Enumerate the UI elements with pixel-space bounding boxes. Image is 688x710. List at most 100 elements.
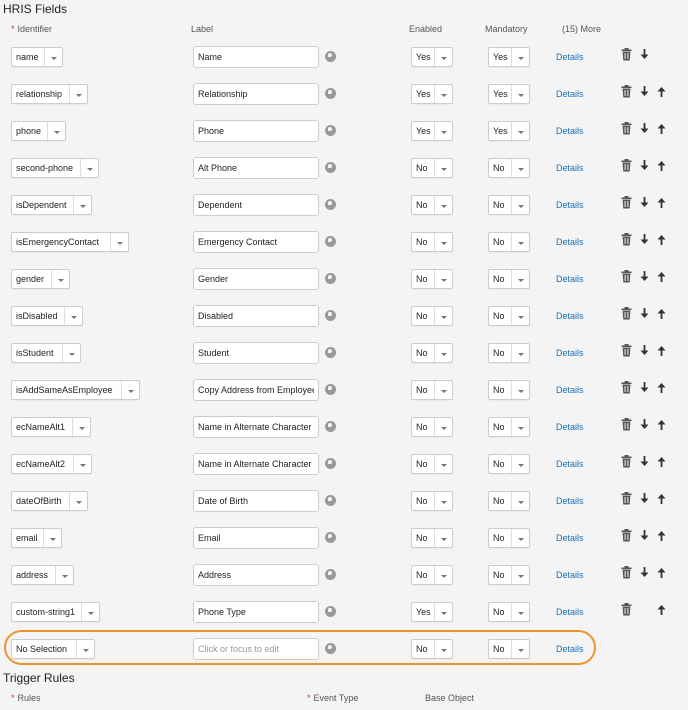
arrow-up-icon[interactable] <box>657 456 666 467</box>
label-input[interactable] <box>193 157 319 179</box>
globe-icon[interactable] <box>325 458 336 469</box>
arrow-up-icon[interactable] <box>657 604 666 615</box>
globe-icon[interactable] <box>325 384 336 395</box>
identifier-select[interactable]: isDependent <box>11 195 92 215</box>
trash-icon[interactable] <box>621 122 632 135</box>
identifier-select[interactable]: second-phone <box>11 158 99 178</box>
mandatory-select[interactable]: No <box>488 195 530 215</box>
mandatory-select[interactable]: No <box>488 417 530 437</box>
enabled-select[interactable]: No <box>411 195 453 215</box>
enabled-select[interactable]: Yes <box>411 47 453 67</box>
arrow-down-icon[interactable] <box>640 234 649 245</box>
mandatory-select[interactable]: No <box>488 306 530 326</box>
details-link[interactable]: Details <box>556 126 584 136</box>
trash-icon[interactable] <box>621 344 632 357</box>
details-link[interactable]: Details <box>556 385 584 395</box>
identifier-select[interactable]: dateOfBirth <box>11 491 88 511</box>
enabled-select[interactable]: No <box>411 417 453 437</box>
arrow-up-icon[interactable] <box>657 234 666 245</box>
details-link[interactable]: Details <box>556 237 584 247</box>
details-link[interactable]: Details <box>556 533 584 543</box>
identifier-select[interactable]: phone <box>11 121 66 141</box>
mandatory-select[interactable]: No <box>488 343 530 363</box>
arrow-up-icon[interactable] <box>657 160 666 171</box>
details-link[interactable]: Details <box>556 459 584 469</box>
details-link[interactable]: Details <box>556 570 584 580</box>
globe-icon[interactable] <box>325 51 336 62</box>
enabled-select[interactable]: No <box>411 454 453 474</box>
enabled-select[interactable]: No <box>411 565 453 585</box>
arrow-up-icon[interactable] <box>657 308 666 319</box>
globe-icon[interactable] <box>325 421 336 432</box>
identifier-select[interactable]: isDisabled <box>11 306 83 326</box>
trash-icon[interactable] <box>621 418 632 431</box>
globe-icon[interactable] <box>325 273 336 284</box>
globe-icon[interactable] <box>325 495 336 506</box>
arrow-down-icon[interactable] <box>640 345 649 356</box>
label-input[interactable] <box>193 416 319 438</box>
globe-icon[interactable] <box>325 606 336 617</box>
identifier-select[interactable]: gender <box>11 269 70 289</box>
trash-icon[interactable] <box>621 381 632 394</box>
identifier-select[interactable]: name <box>11 47 63 67</box>
enabled-select[interactable]: Yes <box>411 121 453 141</box>
arrow-down-icon[interactable] <box>640 123 649 134</box>
trash-icon[interactable] <box>621 196 632 209</box>
trash-icon[interactable] <box>621 270 632 283</box>
arrow-up-icon[interactable] <box>657 567 666 578</box>
details-link[interactable]: Details <box>556 422 584 432</box>
mandatory-select[interactable]: No <box>488 491 530 511</box>
label-input[interactable] <box>193 120 319 142</box>
mandatory-select[interactable]: No <box>488 528 530 548</box>
label-input[interactable] <box>193 83 319 105</box>
label-input[interactable] <box>193 527 319 549</box>
globe-icon[interactable] <box>325 125 336 136</box>
arrow-down-icon[interactable] <box>640 86 649 97</box>
trash-icon[interactable] <box>621 85 632 98</box>
arrow-up-icon[interactable] <box>657 197 666 208</box>
label-input[interactable] <box>193 490 319 512</box>
details-link[interactable]: Details <box>556 496 584 506</box>
enabled-select[interactable]: No <box>411 306 453 326</box>
label-input[interactable] <box>193 342 319 364</box>
trash-icon[interactable] <box>621 455 632 468</box>
enabled-select[interactable]: Yes <box>411 84 453 104</box>
trash-icon[interactable] <box>621 603 632 616</box>
mandatory-select[interactable]: Yes <box>488 121 530 141</box>
label-input[interactable] <box>193 194 319 216</box>
mandatory-select[interactable]: No <box>488 269 530 289</box>
arrow-up-icon[interactable] <box>657 86 666 97</box>
details-link[interactable]: Details <box>556 52 584 62</box>
label-input[interactable] <box>193 268 319 290</box>
arrow-up-icon[interactable] <box>657 530 666 541</box>
enabled-select[interactable]: Yes <box>411 602 453 622</box>
arrow-up-icon[interactable] <box>657 419 666 430</box>
trash-icon[interactable] <box>621 529 632 542</box>
enabled-select[interactable]: No <box>411 343 453 363</box>
identifier-select[interactable]: ecNameAlt2 <box>11 454 92 474</box>
identifier-select[interactable]: address <box>11 565 74 585</box>
globe-icon[interactable] <box>325 310 336 321</box>
details-link[interactable]: Details <box>556 274 584 284</box>
arrow-down-icon[interactable] <box>640 308 649 319</box>
mandatory-select[interactable]: No <box>488 158 530 178</box>
arrow-down-icon[interactable] <box>640 456 649 467</box>
identifier-select[interactable]: isAddSameAsEmployee <box>11 380 140 400</box>
arrow-down-icon[interactable] <box>640 567 649 578</box>
label-input[interactable] <box>193 46 319 68</box>
details-link[interactable]: Details <box>556 200 584 210</box>
trash-icon[interactable] <box>621 566 632 579</box>
arrow-up-icon[interactable] <box>657 382 666 393</box>
arrow-down-icon[interactable] <box>640 419 649 430</box>
mandatory-select[interactable]: No <box>488 380 530 400</box>
globe-icon[interactable] <box>325 199 336 210</box>
mandatory-select[interactable]: Yes <box>488 47 530 67</box>
identifier-select[interactable]: isStudent <box>11 343 81 363</box>
label-input[interactable] <box>193 305 319 327</box>
identifier-select[interactable]: email <box>11 528 62 548</box>
label-input[interactable] <box>193 453 319 475</box>
arrow-down-icon[interactable] <box>640 49 649 60</box>
identifier-select[interactable]: isEmergencyContact <box>11 232 129 252</box>
identifier-select[interactable]: relationship <box>11 84 88 104</box>
details-link[interactable]: Details <box>556 311 584 321</box>
